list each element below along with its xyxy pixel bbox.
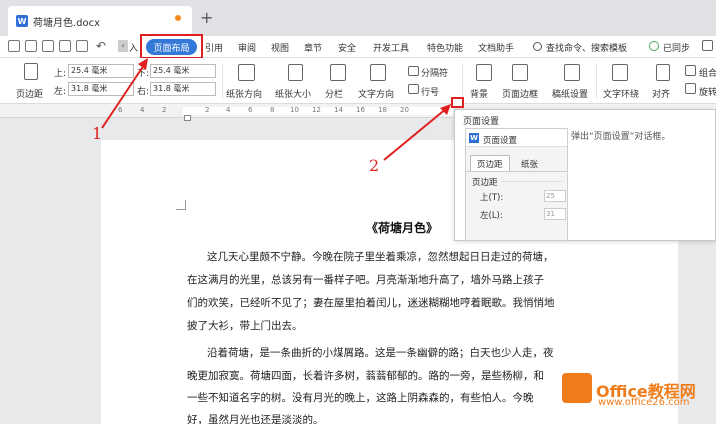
- watermark-logo-icon: [562, 373, 592, 403]
- annotation-number-1: 1: [92, 124, 103, 143]
- annotation-arrows: [101, 58, 451, 161]
- arrow-1-line: [101, 61, 147, 129]
- arrow-2-line: [383, 107, 448, 161]
- annotation-number-2: 2: [369, 156, 380, 175]
- watermark-url: www.office26.com: [598, 397, 690, 408]
